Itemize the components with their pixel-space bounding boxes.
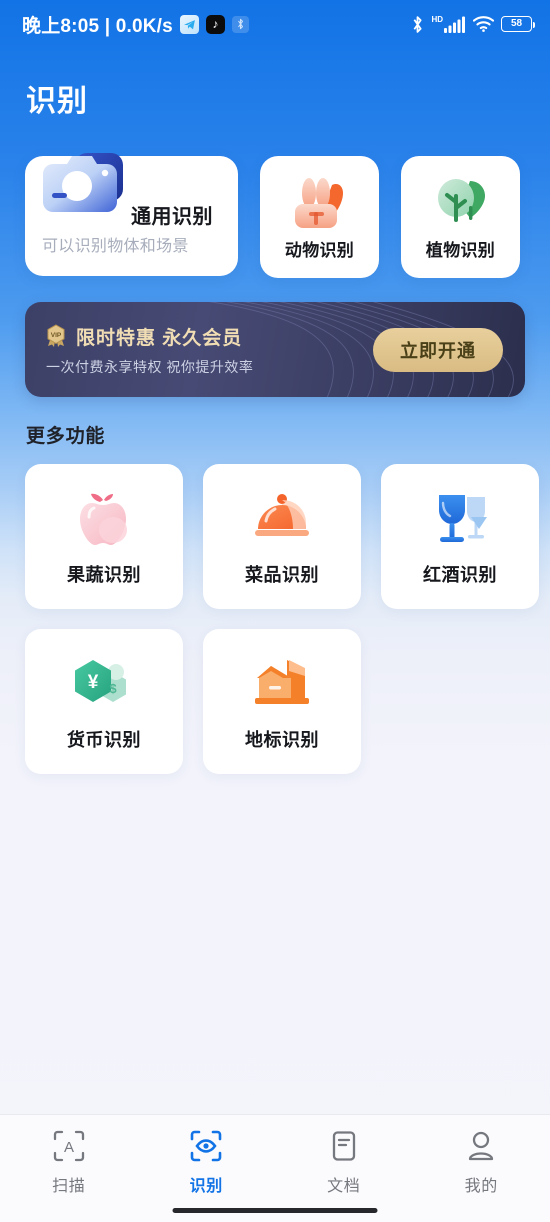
status-bar-left: 晚上8:05 | 0.0K/s ♪ (22, 11, 249, 38)
vip-banner[interactable]: VIP 限时特惠 永久会员 一次付费永享特权 祝你提升效率 立即开通 (25, 302, 525, 397)
fruit-vegetable-recognition-label: 果蔬识别 (67, 564, 141, 585)
dish-recognition-card[interactable]: 菜品识别 (203, 464, 361, 609)
landmark-building-icon (255, 659, 309, 704)
rabbit-icon (294, 177, 343, 228)
home-indicator (172, 1208, 378, 1213)
more-features-grid: 果蔬识别 菜品识别 红酒识别 ¥ $ 货币识别 地标识别 (0, 448, 550, 774)
general-recognition-card[interactable]: 通用识别 可以识别物体和场景 (25, 153, 238, 276)
svg-text:¥: ¥ (88, 672, 99, 693)
currency-recognition-label: 货币识别 (67, 729, 141, 750)
status-bar: 晚上8:05 | 0.0K/s ♪ HD 58 (0, 0, 550, 48)
scan-eye-icon (190, 1130, 222, 1162)
document-icon (332, 1131, 355, 1161)
camera-icon (43, 153, 123, 212)
tab-recognition-label: 识别 (189, 1178, 223, 1195)
svg-text:A: A (64, 1139, 74, 1156)
wine-glass-icon (439, 494, 487, 542)
person-icon (469, 1131, 494, 1161)
currency-recognition-card[interactable]: ¥ $ 货币识别 (25, 629, 183, 774)
svg-text:$: $ (109, 681, 117, 696)
bluetooth-icon (411, 15, 424, 34)
landmark-recognition-card[interactable]: 地标识别 (203, 629, 361, 774)
vip-medal-icon: VIP (47, 324, 65, 347)
tab-document-label: 文档 (327, 1178, 361, 1195)
wifi-icon (473, 16, 494, 32)
tab-scan-label: 扫描 (52, 1178, 86, 1195)
vip-title: 限时特惠 永久会员 (76, 327, 243, 349)
tree-icon (437, 178, 485, 222)
tab-scan[interactable]: A 扫描 (0, 1129, 138, 1196)
tab-recognition[interactable]: 识别 (138, 1129, 276, 1196)
food-dome-icon (255, 493, 309, 536)
plant-recognition-label: 植物识别 (425, 240, 496, 260)
plant-recognition-card[interactable]: 植物识别 (401, 156, 520, 278)
bottom-navigation: A 扫描 识别 文档 我的 (0, 1114, 550, 1222)
status-clock: 晚上8:05 | 0.0K/s (22, 15, 173, 37)
vip-subtitle: 一次付费永享特权 祝你提升效率 (46, 358, 254, 375)
wine-recognition-label: 红酒识别 (423, 564, 497, 585)
general-recognition-title: 通用识别 (131, 206, 213, 228)
page-title: 识别 (26, 85, 88, 118)
tiktok-icon: ♪ (205, 14, 225, 34)
landmark-recognition-label: 地标识别 (245, 729, 319, 750)
animal-recognition-label: 动物识别 (284, 240, 355, 260)
wine-recognition-card[interactable]: 红酒识别 (381, 464, 539, 609)
signal-icon: HD (431, 15, 466, 33)
general-recognition-subtitle: 可以识别物体和场景 (42, 238, 189, 255)
top-cards-row: 通用识别 可以识别物体和场景 动物识别 植物识别 (0, 120, 550, 278)
dish-recognition-label: 菜品识别 (245, 564, 319, 585)
fruit-vegetable-recognition-card[interactable]: 果蔬识别 (25, 464, 183, 609)
app-screen: 晚上8:05 | 0.0K/s ♪ HD 58 识别 通用识别 可以识别物体和场… (0, 0, 550, 1222)
animal-recognition-card[interactable]: 动物识别 (260, 156, 379, 278)
more-features-title: 更多功能 (26, 426, 106, 447)
bluetooth-muted-icon (231, 15, 249, 33)
vip-subscribe-button[interactable]: 立即开通 (373, 327, 503, 372)
status-bar-right: HD 58 (411, 15, 536, 34)
apple-icon (80, 493, 127, 545)
tab-profile-label: 我的 (464, 1178, 498, 1195)
svg-text:VIP: VIP (51, 332, 62, 339)
telegram-icon (179, 14, 199, 34)
currency-hexagon-icon: ¥ $ (75, 659, 126, 702)
tab-document[interactable]: 文档 (275, 1129, 413, 1196)
battery-icon: 58 (501, 16, 536, 32)
scan-frame-a-icon: A (53, 1130, 84, 1162)
tab-profile[interactable]: 我的 (413, 1129, 550, 1196)
